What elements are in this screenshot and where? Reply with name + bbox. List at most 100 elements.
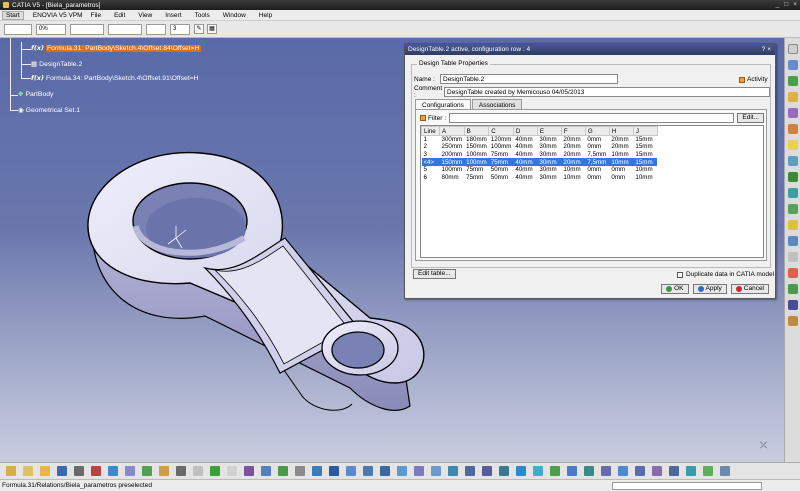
toolbar-tool-icon[interactable] [652,466,662,476]
column-header[interactable]: G [584,126,610,136]
toolbar-tool-icon[interactable] [329,466,339,476]
activity-checkbox[interactable]: Activity [739,76,768,83]
tool-icon[interactable] [788,252,798,262]
toolbar-tool-icon[interactable] [91,466,101,476]
tool-icon[interactable] [788,300,798,310]
toolbar-tool-icon[interactable] [669,466,679,476]
toolbar-tool-icon[interactable] [567,466,577,476]
graphic-properties-icon[interactable]: ▦ [207,24,217,34]
tool-icon[interactable] [788,92,798,102]
table-row[interactable]: 1 300mm 180mm 120mm 40mm 30mm 20mm 0mm 20mm 15mm [422,136,658,144]
dialog-close-button[interactable]: ? × [762,44,771,55]
table-row[interactable]: <4> 150mm 100mm 75mm 40mm 30mm 20mm 7,5mm 10mm 15… [421,158,658,166]
toolbar-tool-icon[interactable] [346,466,356,476]
toolbar-tool-icon[interactable] [448,466,458,476]
maximize-button[interactable]: □ [784,1,788,8]
close-button[interactable]: × [793,1,797,8]
toolbar-tool-icon[interactable] [176,466,186,476]
layer-select[interactable]: 3 [170,23,190,35]
toolbar-tool-icon[interactable] [40,466,50,476]
toolbar-tool-icon[interactable] [23,466,33,476]
toolbar-tool-icon[interactable] [720,466,730,476]
column-header[interactable]: D [512,126,538,136]
column-header[interactable]: A [439,126,465,136]
tool-icon[interactable] [788,124,798,134]
toolbar-tool-icon[interactable] [618,466,628,476]
filter-edit-button[interactable]: Edit... [737,113,764,123]
tool-icon[interactable] [788,60,798,70]
menu-edit[interactable]: Edit [114,12,125,19]
toolbar-tool-icon[interactable] [380,466,390,476]
compass-icon[interactable]: ⤫ [760,440,767,451]
toolbar-tool-icon[interactable] [261,466,271,476]
name-field[interactable]: DesignTable.2 [440,74,618,84]
toolbar-tool-icon[interactable] [159,466,169,476]
toolbar-tool-icon[interactable] [686,466,696,476]
toolbar-tool-icon[interactable] [584,466,594,476]
table-row[interactable]: 2 250mm 150mm 100mm 40mm 30mm 20mm 0mm 20mm 15mm [422,143,658,151]
toolbar-tool-icon[interactable] [397,466,407,476]
table-row[interactable]: 5 100mm 75mm 50mm 40mm 30mm 10mm 0mm 0mm 10mm [422,166,658,174]
toolbar-tool-icon[interactable] [6,466,16,476]
toolbar-tool-icon[interactable] [210,466,220,476]
tool-icon[interactable] [788,172,798,182]
painter-icon[interactable]: ✎ [194,24,204,34]
edit-table-button[interactable]: Edit table... [413,269,456,279]
toolbar-tool-icon[interactable] [142,466,152,476]
menu-tools[interactable]: Tools [195,12,210,19]
menu-file[interactable]: File [91,12,101,19]
toolbar-tool-icon[interactable] [74,466,84,476]
cancel-button[interactable]: Cancel [730,284,769,294]
menu-window[interactable]: Window [223,12,246,19]
toolbar-tool-icon[interactable] [414,466,424,476]
toolbar-tool-icon[interactable] [57,466,67,476]
command-input[interactable] [612,482,762,490]
table-row[interactable]: 3 200mm 100mm 75mm 40mm 30mm 20mm 7,5mm 10mm 15mm [422,151,658,159]
toolbar-tool-icon[interactable] [550,466,560,476]
toolbar-tool-icon[interactable] [482,466,492,476]
tool-icon[interactable] [788,188,798,198]
minimize-button[interactable]: _ [776,1,780,8]
toolbar-tool-icon[interactable] [125,466,135,476]
column-header[interactable]: Line [421,126,440,136]
tool-icon[interactable] [788,268,798,278]
tool-icon[interactable] [788,108,798,118]
tool-icon[interactable] [788,156,798,166]
tool-icon[interactable] [788,316,798,326]
toolbar-tool-icon[interactable] [703,466,713,476]
menu-insert[interactable]: Insert [165,12,181,19]
column-header[interactable]: C [488,126,514,136]
toolbar-tool-icon[interactable] [499,466,509,476]
tool-icon[interactable] [788,220,798,230]
toolbar-tool-icon[interactable] [312,466,322,476]
toolbar-tool-icon[interactable] [431,466,441,476]
toolbar-tool-icon[interactable] [516,466,526,476]
column-header[interactable]: F [560,126,586,136]
column-header[interactable]: H [608,126,634,136]
line-thickness-select[interactable] [70,23,104,35]
toolbar-tool-icon[interactable] [635,466,645,476]
table-row[interactable]: 6 80mm 75mm 50mm 40mm 30mm 10mm 0mm 0mm 10mm [422,173,658,181]
toolbar-tool-icon[interactable] [465,466,475,476]
tool-icon[interactable] [788,140,798,150]
duplicate-data-checkbox[interactable]: Duplicate data in CATIA model [677,271,774,278]
tool-icon[interactable] [788,76,798,86]
toolbar-tool-icon[interactable] [601,466,611,476]
toolbar-tool-icon[interactable] [295,466,305,476]
menu-view[interactable]: View [138,12,152,19]
toolbar-tool-icon[interactable] [278,466,288,476]
menu-enovia[interactable]: ENOVIA V5 VPM [33,12,83,19]
toolbar-tool-icon[interactable] [108,466,118,476]
column-header[interactable]: B [463,126,490,136]
column-header[interactable]: E [536,126,562,136]
menu-start[interactable]: Start [2,10,24,20]
toolbar-tool-icon[interactable] [244,466,254,476]
column-header[interactable]: J [632,126,658,136]
tool-icon[interactable] [788,236,798,246]
transparency-select[interactable]: 0% [36,23,66,35]
comment-field[interactable]: DesignTable created by Memicouso 04/05/2… [444,87,770,97]
tool-icon[interactable] [788,44,798,54]
tool-icon[interactable] [788,204,798,214]
toolbar-tool-icon[interactable] [363,466,373,476]
color-select[interactable] [4,23,32,35]
